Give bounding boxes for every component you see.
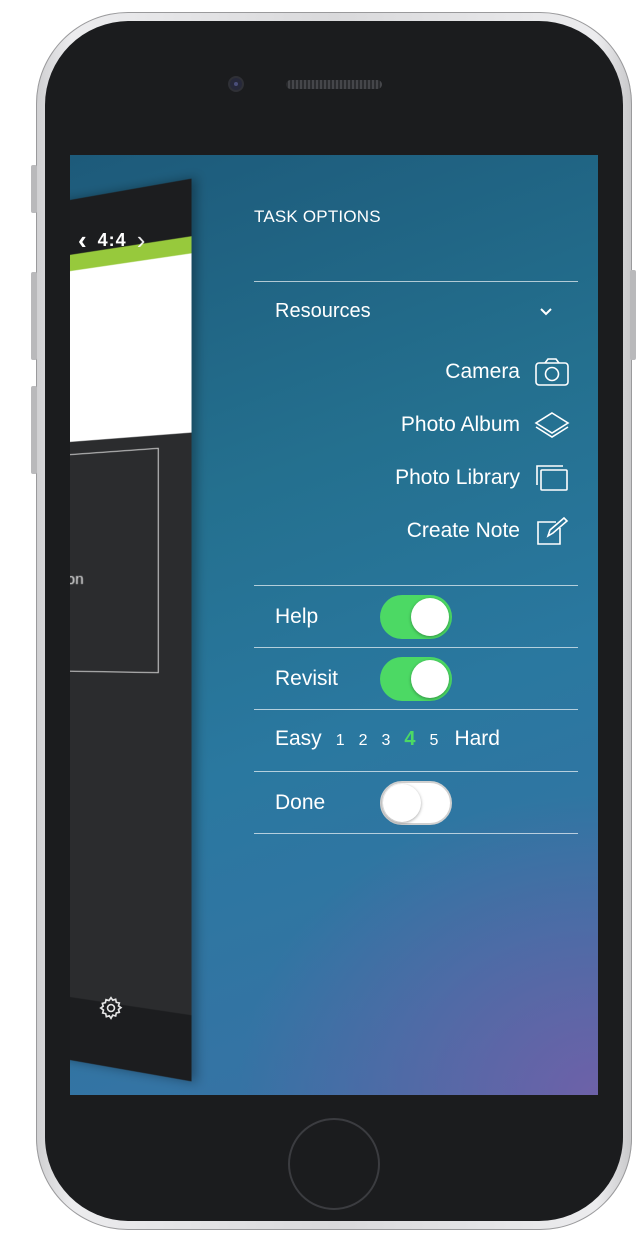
home-button[interactable] bbox=[288, 1118, 380, 1210]
mute-switch bbox=[31, 165, 37, 213]
divider bbox=[254, 647, 578, 648]
difficulty-selector: Easy 1 2 3 4 5 Hard bbox=[275, 727, 500, 751]
app-text-box: cher on bbox=[70, 448, 159, 673]
resource-photo-library[interactable]: Photo Library bbox=[395, 463, 570, 493]
divider bbox=[254, 833, 578, 834]
toggle-knob bbox=[411, 598, 449, 636]
panel-title: TASK OPTIONS bbox=[254, 207, 381, 227]
front-camera-icon bbox=[230, 78, 242, 90]
gear-icon[interactable] bbox=[98, 995, 124, 1021]
done-label: Done bbox=[275, 791, 325, 815]
power-button bbox=[630, 270, 636, 360]
difficulty-easy-label: Easy bbox=[275, 727, 322, 751]
app-bottom-bar bbox=[70, 991, 192, 1081]
library-icon bbox=[534, 463, 570, 493]
app-content-area bbox=[70, 253, 192, 445]
app-box-text: cher on bbox=[70, 571, 84, 589]
resource-camera-label: Camera bbox=[445, 360, 520, 384]
note-edit-icon bbox=[534, 516, 570, 546]
difficulty-level-2[interactable]: 2 bbox=[359, 732, 368, 750]
done-toggle[interactable] bbox=[380, 781, 452, 825]
divider bbox=[254, 771, 578, 772]
resource-photo-album-label: Photo Album bbox=[401, 413, 520, 437]
chevron-left-icon[interactable]: ‹ bbox=[78, 227, 88, 253]
layers-icon bbox=[534, 410, 570, 440]
revisit-toggle[interactable] bbox=[380, 657, 452, 701]
resource-camera[interactable]: Camera bbox=[445, 357, 570, 387]
help-toggle[interactable] bbox=[380, 595, 452, 639]
volume-down-button bbox=[31, 386, 37, 474]
toggle-knob bbox=[383, 784, 421, 822]
screen: cher on ‹ 4:4 › TASK OPTIONS Resources C… bbox=[70, 155, 598, 1095]
page-indicator: 4:4 bbox=[98, 230, 127, 251]
revisit-label: Revisit bbox=[275, 667, 338, 691]
difficulty-hard-label: Hard bbox=[454, 727, 500, 751]
divider bbox=[254, 281, 578, 282]
chevron-down-icon[interactable] bbox=[538, 303, 554, 319]
difficulty-level-1[interactable]: 1 bbox=[336, 732, 345, 750]
resource-create-note-label: Create Note bbox=[407, 519, 520, 543]
divider bbox=[254, 709, 578, 710]
divider bbox=[254, 585, 578, 586]
resource-create-note[interactable]: Create Note bbox=[407, 516, 570, 546]
resources-header[interactable]: Resources bbox=[275, 300, 371, 323]
difficulty-level-3[interactable]: 3 bbox=[382, 732, 391, 750]
background-app-card[interactable]: cher on bbox=[70, 179, 192, 1082]
toggle-knob bbox=[411, 660, 449, 698]
resource-photo-library-label: Photo Library bbox=[395, 466, 520, 490]
difficulty-level-4[interactable]: 4 bbox=[404, 728, 415, 751]
resource-photo-album[interactable]: Photo Album bbox=[401, 410, 570, 440]
volume-up-button bbox=[31, 272, 37, 360]
help-label: Help bbox=[275, 605, 318, 629]
chevron-right-icon[interactable]: › bbox=[137, 227, 147, 253]
camera-icon bbox=[534, 357, 570, 387]
page-navigation: ‹ 4:4 › bbox=[78, 227, 146, 253]
earpiece-speaker bbox=[286, 80, 382, 89]
difficulty-level-5[interactable]: 5 bbox=[430, 732, 439, 750]
